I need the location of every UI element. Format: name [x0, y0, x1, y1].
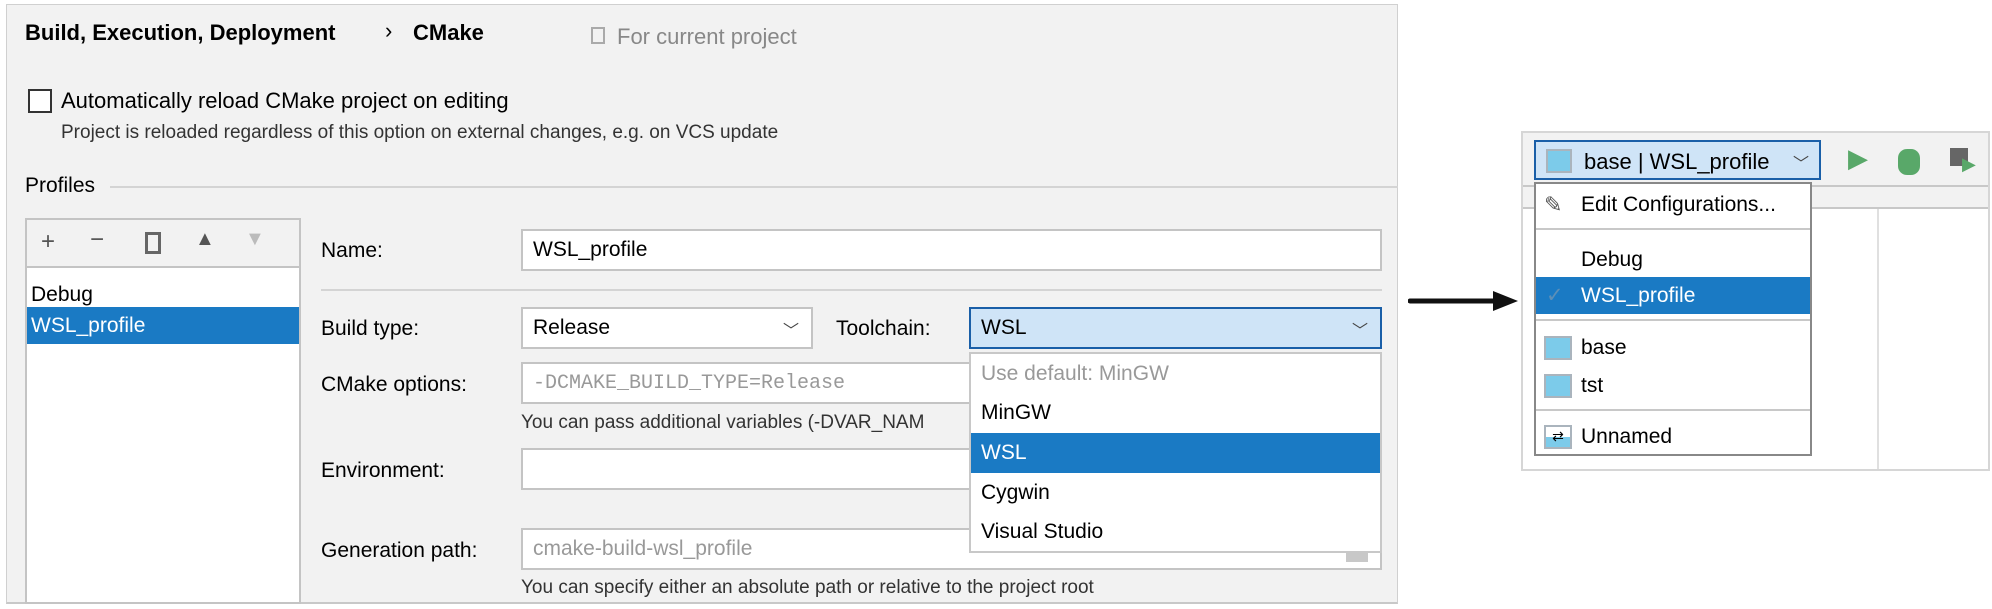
arrow-right-icon	[1408, 291, 1518, 311]
profiles-toolbar: + − ▲ ▼	[27, 220, 299, 268]
breadcrumb-parent[interactable]: Build, Execution, Deployment	[25, 20, 335, 46]
debug-icon[interactable]	[1898, 149, 1920, 175]
profiles-section-label: Profiles	[25, 174, 96, 197]
run-icon[interactable]: ▶	[1848, 143, 1868, 174]
toolchain-option[interactable]: Visual Studio	[971, 512, 1380, 552]
pencil-icon: ✎	[1544, 192, 1563, 217]
profiles-list: + − ▲ ▼ Debug WSL_profile	[25, 218, 301, 604]
move-down-icon[interactable]: ▼	[245, 228, 265, 251]
edit-configurations-item[interactable]: ✎ Edit Configurations...	[1536, 186, 1810, 223]
name-input[interactable]: WSL_profile	[521, 229, 1382, 271]
run-config-combo[interactable]: base | WSL_profile ﹀	[1534, 140, 1821, 180]
application-config-icon: ⇄	[1544, 424, 1572, 449]
config-icon	[1546, 149, 1572, 173]
auto-reload-note: Project is reloaded regardless of this o…	[61, 122, 779, 143]
config-icon	[1544, 373, 1572, 398]
environment-label: Environment:	[321, 459, 445, 482]
target-item-base[interactable]: base	[1536, 329, 1810, 366]
chevron-down-icon: ﹀	[1351, 323, 1368, 340]
add-icon[interactable]: +	[41, 228, 55, 256]
toolchain-value: WSL	[981, 316, 1027, 339]
toolchain-option[interactable]: Use default: MinGW	[971, 354, 1380, 394]
toolchain-option[interactable]: MinGW	[971, 393, 1380, 433]
build-type-value: Release	[533, 316, 611, 339]
config-item-unnamed[interactable]: ⇄ Unnamed	[1536, 418, 1810, 455]
breadcrumb-current: CMake	[413, 20, 484, 45]
config-icon	[1544, 335, 1572, 360]
build-type-label: Build type:	[321, 317, 420, 340]
auto-reload-checkbox[interactable]	[28, 89, 52, 113]
toolchain-dropdown: Use default: MinGW MinGW WSL Cygwin Visu…	[969, 352, 1382, 553]
form-divider	[321, 289, 1382, 291]
run-config-label: base | WSL_profile	[1584, 149, 1770, 174]
copy-icon[interactable]	[145, 232, 161, 254]
chevron-down-icon: ﹀	[1792, 156, 1809, 173]
toolchain-option[interactable]: Cygwin	[971, 473, 1380, 513]
move-up-icon[interactable]: ▲	[195, 228, 215, 251]
cmake-options-hint: You can pass additional variables (-DVAR…	[521, 412, 925, 433]
build-type-select[interactable]: Release ﹀	[521, 307, 813, 349]
config-item-wsl-profile[interactable]: ✓ WSL_profile	[1536, 277, 1810, 314]
chevron-down-icon: ﹀	[782, 323, 799, 340]
generation-path-label: Generation path:	[321, 539, 478, 562]
breadcrumb-separator: ›	[385, 18, 393, 43]
run-config-popup: ✎ Edit Configurations... Debug ✓ WSL_profi…	[1534, 182, 1812, 456]
toolchain-option-selected[interactable]: WSL	[971, 433, 1380, 473]
target-item-tst[interactable]: tst	[1536, 367, 1810, 404]
cmake-options-label: CMake options:	[321, 373, 467, 396]
checkmark-icon: ✓	[1546, 284, 1564, 307]
cmake-options-input[interactable]: -DCMAKE_BUILD_TYPE=Release	[521, 362, 981, 404]
toolchain-select[interactable]: WSL ﹀	[969, 307, 1382, 349]
toolchain-label: Toolchain:	[836, 317, 931, 340]
project-scope-icon	[591, 27, 605, 44]
generation-path-hint: You can specify either an absolute path …	[521, 577, 1094, 598]
config-item-debug[interactable]: Debug	[1536, 241, 1810, 278]
name-label: Name:	[321, 239, 383, 262]
environment-input[interactable]	[521, 448, 981, 490]
section-divider	[110, 186, 1398, 188]
remove-icon[interactable]: −	[90, 226, 104, 254]
scope-label: For current project	[617, 24, 797, 49]
auto-reload-label[interactable]: Automatically reload CMake project on ed…	[61, 88, 509, 114]
profile-item-wsl[interactable]: WSL_profile	[27, 307, 299, 344]
